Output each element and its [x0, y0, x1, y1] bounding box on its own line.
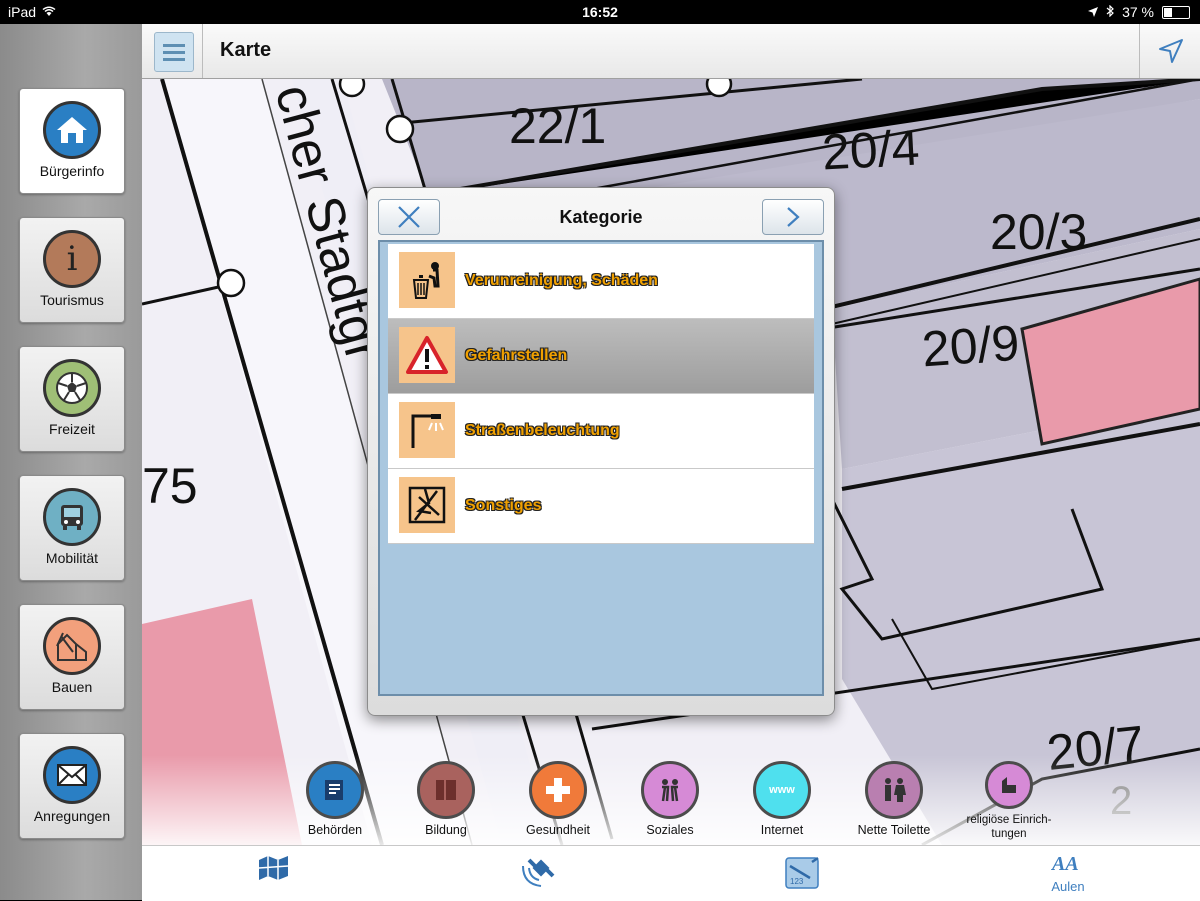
- category-label: Nette Toilette: [857, 823, 931, 837]
- people-icon: [641, 761, 699, 819]
- sidebar-item-mobilitaet[interactable]: Mobilität: [19, 475, 125, 581]
- svg-text:123: 123: [790, 877, 804, 886]
- location-status-icon: [1088, 4, 1099, 20]
- sidebar-item-label: Bürgerinfo: [39, 163, 105, 179]
- category-label: religiöse Einrich-tungen: [966, 814, 1052, 840]
- map-icon: [258, 856, 289, 880]
- sidebar-item-label: Freizeit: [49, 421, 95, 437]
- list-item-sonstiges[interactable]: Sonstiges: [388, 469, 814, 544]
- sidebar-item-label: Tourismus: [40, 292, 104, 308]
- category-behoerden[interactable]: Behörden: [280, 761, 390, 837]
- chevron-right-icon: [787, 207, 800, 227]
- category-label: Soziales: [646, 823, 694, 837]
- battery-icon: [1162, 5, 1190, 19]
- list-item-label: Verunreinigung, Schäden: [465, 272, 658, 289]
- map-label: 20/4: [820, 119, 921, 181]
- building-icon: [43, 617, 101, 675]
- next-button[interactable]: [762, 199, 824, 235]
- church-icon: [985, 761, 1033, 809]
- satellite-tab[interactable]: [497, 852, 577, 897]
- map-tab[interactable]: [234, 852, 314, 889]
- category-dialog: Kategorie Verunreinigung, Schäden Gefahr…: [367, 187, 835, 716]
- books-icon: [417, 761, 475, 819]
- sidebar-item-label: Anregungen: [33, 808, 111, 824]
- navigation-arrow-icon: [1159, 39, 1183, 63]
- map-label: 20/9: [920, 314, 1022, 378]
- category-label: Bildung: [425, 823, 467, 837]
- sidebar-item-label: Mobilität: [45, 550, 99, 566]
- satellite-icon: [522, 858, 555, 887]
- sidebar-item-buergerinfo[interactable]: Bürgerinfo: [19, 88, 125, 194]
- category-list: Verunreinigung, Schäden Gefahrstellen St…: [378, 240, 824, 696]
- misc-icon: [399, 477, 455, 533]
- list-item-label: Gefahrstellen: [465, 347, 568, 364]
- category-religioese-einrichtungen[interactable]: religiöse Einrich-tungen: [953, 761, 1065, 841]
- aulen-tab[interactable]: AA Aulen: [1028, 852, 1108, 894]
- list-item-strassenbeleuchtung[interactable]: Straßenbeleuchtung: [388, 394, 814, 469]
- map-label: 20/3: [990, 204, 1088, 260]
- top-bar: Karte: [142, 24, 1200, 79]
- sidebar: Bürgerinfo i Tourismus Freizeit Mobilitä…: [0, 24, 142, 900]
- map-label: 75: [142, 458, 198, 514]
- bus-icon: [43, 488, 101, 546]
- list-item-gefahrstellen[interactable]: Gefahrstellen: [388, 319, 814, 394]
- bluetooth-icon: [1106, 4, 1114, 20]
- map-label: 22/1: [509, 98, 607, 154]
- category-soziales[interactable]: Soziales: [615, 761, 725, 837]
- category-gesundheit[interactable]: Gesundheit: [503, 761, 613, 837]
- warning-icon: [399, 327, 455, 383]
- home-icon: [43, 101, 101, 159]
- list-item-verunreinigung[interactable]: Verunreinigung, Schäden: [388, 244, 814, 319]
- cross-icon: [529, 761, 587, 819]
- toilet-icon: [865, 761, 923, 819]
- aulen-icon: AA: [1050, 853, 1079, 875]
- sidebar-item-tourismus[interactable]: i Tourismus: [19, 217, 125, 323]
- sidebar-item-freizeit[interactable]: Freizeit: [19, 346, 125, 452]
- locate-button[interactable]: [1158, 38, 1184, 69]
- office-icon: [306, 761, 364, 819]
- category-label: Gesundheit: [526, 823, 590, 837]
- status-bar: iPad 16:52 37 %: [0, 0, 1200, 24]
- category-nette-toilette[interactable]: Nette Toilette: [839, 761, 949, 837]
- category-label: Behörden: [307, 823, 363, 837]
- page-title: Karte: [220, 39, 272, 61]
- bottom-toolbar: 123 AA Aulen: [142, 845, 1200, 901]
- list-item-label: Straßenbeleuchtung: [465, 422, 620, 439]
- category-internet[interactable]: www Internet: [727, 761, 837, 837]
- divider: [202, 24, 203, 78]
- svg-text:AA: AA: [1051, 853, 1079, 874]
- info-icon: i: [43, 230, 101, 288]
- mail-icon: [43, 746, 101, 804]
- www-icon: www: [753, 761, 811, 819]
- sidebar-item-anregungen[interactable]: Anregungen: [19, 733, 125, 839]
- report-icon: 123: [785, 856, 819, 889]
- category-label: Internet: [760, 823, 804, 837]
- battery-percent: 37 %: [1122, 4, 1154, 20]
- divider: [1139, 24, 1140, 78]
- tab-label: Aulen: [1051, 879, 1085, 894]
- clock: 16:52: [582, 4, 618, 20]
- streetlight-icon: [399, 402, 455, 458]
- sidebar-item-bauen[interactable]: Bauen: [19, 604, 125, 710]
- trash-icon: [399, 252, 455, 308]
- menu-button[interactable]: [154, 32, 194, 72]
- category-bildung[interactable]: Bildung: [391, 761, 501, 837]
- ball-icon: [43, 359, 101, 417]
- report-tab[interactable]: 123: [762, 852, 842, 897]
- list-item-label: Sonstiges: [465, 497, 542, 514]
- sidebar-item-label: Bauen: [51, 679, 93, 695]
